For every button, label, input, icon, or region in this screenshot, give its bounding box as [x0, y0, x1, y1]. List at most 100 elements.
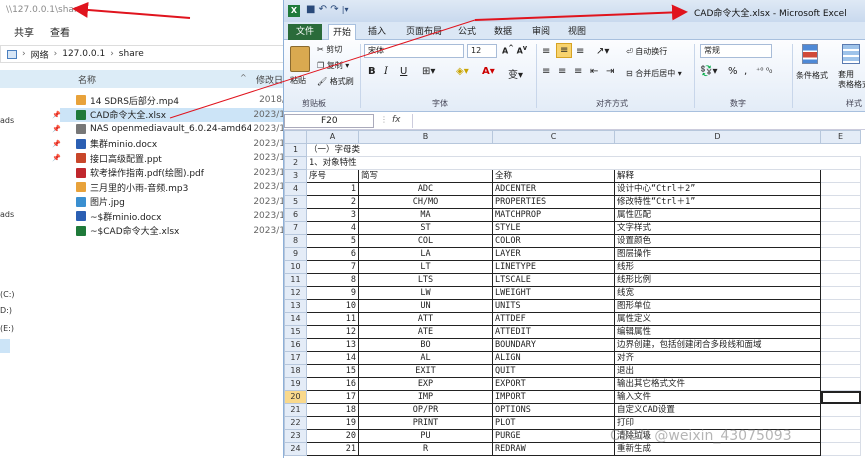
cell[interactable]: 7: [306, 260, 359, 274]
nav-item[interactable]: ads: [0, 210, 14, 219]
cell[interactable]: LAYER: [492, 247, 615, 261]
pin-icon[interactable]: 📌: [52, 154, 61, 162]
cell[interactable]: 12: [306, 325, 359, 339]
cell[interactable]: 自定义CAD设置: [614, 403, 821, 417]
row-header[interactable]: 19: [284, 377, 307, 391]
cell[interactable]: 线形: [614, 260, 821, 274]
row-header[interactable]: 2: [284, 156, 307, 170]
cell[interactable]: [820, 403, 861, 417]
table-header-cell[interactable]: 简写: [358, 169, 493, 183]
merge-center-button[interactable]: ⊟ 合并后居中 ▾: [626, 68, 682, 79]
font-size-select[interactable]: 12: [467, 44, 497, 58]
row-header[interactable]: 1: [284, 143, 307, 157]
cell[interactable]: UNITS: [492, 299, 615, 313]
cell[interactable]: MA: [358, 208, 493, 222]
cell[interactable]: OPTIONS: [492, 403, 615, 417]
cell[interactable]: PRINT: [358, 416, 493, 430]
cell[interactable]: [820, 364, 861, 378]
tab-5[interactable]: 数据: [490, 24, 516, 40]
cell[interactable]: 属性匹配: [614, 208, 821, 222]
cell[interactable]: STYLE: [492, 221, 615, 235]
table-format-button[interactable]: 套用 表格格式: [838, 70, 865, 90]
cell[interactable]: IMP: [358, 390, 493, 404]
cell[interactable]: QUIT: [492, 364, 615, 378]
row-header[interactable]: 22: [284, 416, 307, 430]
cell[interactable]: 9: [306, 286, 359, 300]
column-header[interactable]: C: [492, 130, 615, 144]
quick-access-toolbar[interactable]: ■ ↶ ↷ |▾: [306, 4, 349, 15]
align-right-icon[interactable]: ≡: [574, 66, 582, 77]
worksheet-table[interactable]: A B C D E 1 （一）字母类 2 1、对象特性 3 序号 简写 全称 解释 4 1 ADC ADCENTE…: [284, 130, 861, 456]
cell[interactable]: 输出其它格式文件: [614, 377, 821, 391]
cell[interactable]: LT: [358, 260, 493, 274]
nav-item[interactable]: (C:): [0, 290, 15, 299]
cell[interactable]: [820, 260, 861, 274]
cell[interactable]: 线宽: [614, 286, 821, 300]
cell[interactable]: [820, 234, 861, 248]
cell[interactable]: [820, 442, 861, 456]
column-header[interactable]: D: [614, 130, 821, 144]
copy-button[interactable]: ❐ 复制 ▾: [317, 60, 349, 71]
orientation-icon[interactable]: ↗▾: [596, 46, 609, 57]
cell[interactable]: CH/MO: [358, 195, 493, 209]
cell[interactable]: [820, 338, 861, 352]
tab-7[interactable]: 视图: [564, 24, 590, 40]
cell[interactable]: [820, 351, 861, 365]
tab-3[interactable]: 页面布局: [402, 24, 446, 40]
cell[interactable]: BOUNDARY: [492, 338, 615, 352]
nav-item[interactable]: D:): [0, 306, 12, 315]
formula-input[interactable]: [412, 114, 865, 128]
cell[interactable]: EXIT: [358, 364, 493, 378]
excel-app-icon[interactable]: X: [288, 5, 300, 17]
cell[interactable]: 4: [306, 221, 359, 235]
tab-0[interactable]: 文件: [288, 24, 323, 40]
wrap-text-button[interactable]: ⏎ 自动换行: [626, 46, 667, 57]
currency-icon[interactable]: 💱▾: [700, 66, 717, 77]
cell[interactable]: 6: [306, 247, 359, 261]
align-top-icon[interactable]: ≡: [542, 46, 550, 57]
row-header[interactable]: 12: [284, 286, 307, 300]
cell[interactable]: 11: [306, 312, 359, 326]
file-row[interactable]: 📌 CAD命令大全.xlsx 2023/1: [52, 107, 285, 122]
cell[interactable]: [820, 377, 861, 391]
cell[interactable]: 图层操作: [614, 247, 821, 261]
cell[interactable]: 1: [306, 182, 359, 196]
select-all-corner[interactable]: [284, 130, 307, 144]
cell[interactable]: [820, 325, 861, 339]
cell[interactable]: LA: [358, 247, 493, 261]
cell[interactable]: 20: [306, 429, 359, 443]
align-middle-icon[interactable]: ≡: [556, 43, 573, 58]
increase-indent-icon[interactable]: ⇥: [606, 66, 614, 77]
cell[interactable]: 边界创建，包括创建闭合多段线和面域: [614, 338, 821, 352]
file-row[interactable]: 三月里的小雨-音频.mp3 2023/1: [60, 180, 285, 195]
table-header-cell[interactable]: 解释: [614, 169, 821, 183]
pin-icon[interactable]: 📌: [52, 111, 61, 119]
tab-4[interactable]: 公式: [454, 24, 480, 40]
row-header[interactable]: 17: [284, 351, 307, 365]
borders-icon[interactable]: ⊞▾: [422, 66, 435, 77]
cell[interactable]: ADC: [358, 182, 493, 196]
cell[interactable]: 5: [306, 234, 359, 248]
undo-icon[interactable]: ↶: [319, 4, 327, 15]
file-row[interactable]: 图片.jpg 2023/1: [60, 195, 285, 210]
cell[interactable]: REDRAW: [492, 442, 615, 456]
grow-font-button[interactable]: A^ Av: [502, 44, 527, 56]
cell[interactable]: [820, 416, 861, 430]
align-center-icon[interactable]: ≡: [558, 66, 566, 77]
file-row[interactable]: ~$CAD命令大全.xlsx 2023/1: [60, 224, 285, 239]
font-name-select[interactable]: 宋体: [364, 44, 464, 58]
fx-button[interactable]: fx: [392, 115, 401, 125]
cell[interactable]: 3: [306, 208, 359, 222]
bold-button[interactable]: B: [368, 66, 376, 77]
cell[interactable]: LWEIGHT: [492, 286, 615, 300]
nav-item[interactable]: ads: [0, 116, 14, 125]
cell[interactable]: PROPERTIES: [492, 195, 615, 209]
italic-button[interactable]: I: [384, 66, 388, 77]
file-row[interactable]: 📌 NAS openmediavault_6.0.24-amd64.iso 2023…: [52, 122, 285, 137]
cell[interactable]: 设置颜色: [614, 234, 821, 248]
breadcrumb-network[interactable]: 网络: [31, 48, 49, 61]
row-header[interactable]: 14: [284, 312, 307, 326]
tab-6[interactable]: 审阅: [528, 24, 554, 40]
cell[interactable]: [820, 273, 861, 287]
cell[interactable]: PURGE: [492, 429, 615, 443]
